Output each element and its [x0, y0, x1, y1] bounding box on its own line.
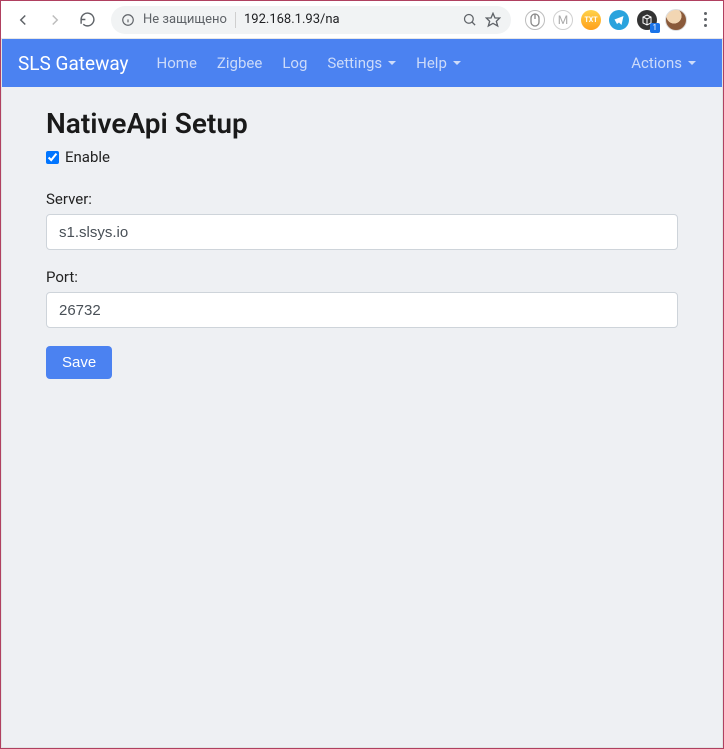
nav-help-label: Help [416, 54, 447, 72]
port-label: Port: [46, 268, 678, 286]
nav-zigbee-label: Zigbee [217, 54, 262, 72]
back-button[interactable] [9, 6, 37, 34]
extension-icon-1[interactable] [525, 10, 545, 30]
address-bar[interactable]: Не защищено 192.168.1.93/na [111, 6, 511, 34]
main-container: NativeApi Setup Enable Server: Port: Sav… [2, 87, 722, 399]
caret-icon [453, 61, 461, 65]
bookmark-star-icon[interactable] [485, 12, 501, 28]
page-title: NativeApi Setup [46, 107, 678, 140]
port-input[interactable] [46, 292, 678, 328]
brand-link[interactable]: SLS Gateway [18, 52, 129, 75]
profile-avatar[interactable] [665, 9, 687, 31]
extension-icon-4[interactable] [609, 10, 629, 30]
nav-log-label: Log [282, 54, 307, 72]
nav-log[interactable]: Log [272, 54, 317, 72]
extension-badge: 1 [650, 23, 661, 33]
enable-checkbox[interactable] [46, 151, 59, 164]
server-label: Server: [46, 190, 678, 208]
nav-actions-label: Actions [631, 54, 682, 72]
enable-label: Enable [65, 148, 110, 166]
server-input[interactable] [46, 214, 678, 250]
omnibox-separator [235, 12, 236, 28]
extension-icon-3[interactable]: TXT [581, 10, 601, 30]
nav-home-label: Home [157, 54, 197, 72]
reload-button[interactable] [73, 6, 101, 34]
server-group: Server: [46, 190, 678, 250]
nav-settings[interactable]: Settings [317, 54, 406, 72]
nav-help[interactable]: Help [406, 54, 471, 72]
info-icon [121, 13, 135, 27]
app-navbar: SLS Gateway Home Zigbee Log Settings Hel… [2, 39, 722, 87]
nav-home[interactable]: Home [147, 54, 207, 72]
caret-icon [688, 61, 696, 65]
nav-actions[interactable]: Actions [621, 54, 706, 72]
save-button[interactable]: Save [46, 346, 112, 379]
browser-toolbar: Не защищено 192.168.1.93/na M TXT 1 [1, 1, 723, 39]
enable-row[interactable]: Enable [46, 148, 678, 166]
extension-icon-2[interactable]: M [553, 10, 573, 30]
nav-settings-label: Settings [327, 54, 382, 72]
extensions-row: M TXT 1 [525, 9, 715, 31]
port-group: Port: [46, 268, 678, 328]
url-text: 192.168.1.93/na [244, 12, 340, 27]
caret-icon [388, 61, 396, 65]
page-body: SLS Gateway Home Zigbee Log Settings Hel… [1, 39, 723, 748]
nav-zigbee[interactable]: Zigbee [207, 54, 272, 72]
forward-button[interactable] [41, 6, 69, 34]
extension-icon-5[interactable]: 1 [637, 10, 657, 30]
not-secure-label: Не защищено [143, 12, 227, 27]
chrome-menu-button[interactable] [695, 12, 715, 27]
search-in-page-icon[interactable] [462, 12, 477, 27]
